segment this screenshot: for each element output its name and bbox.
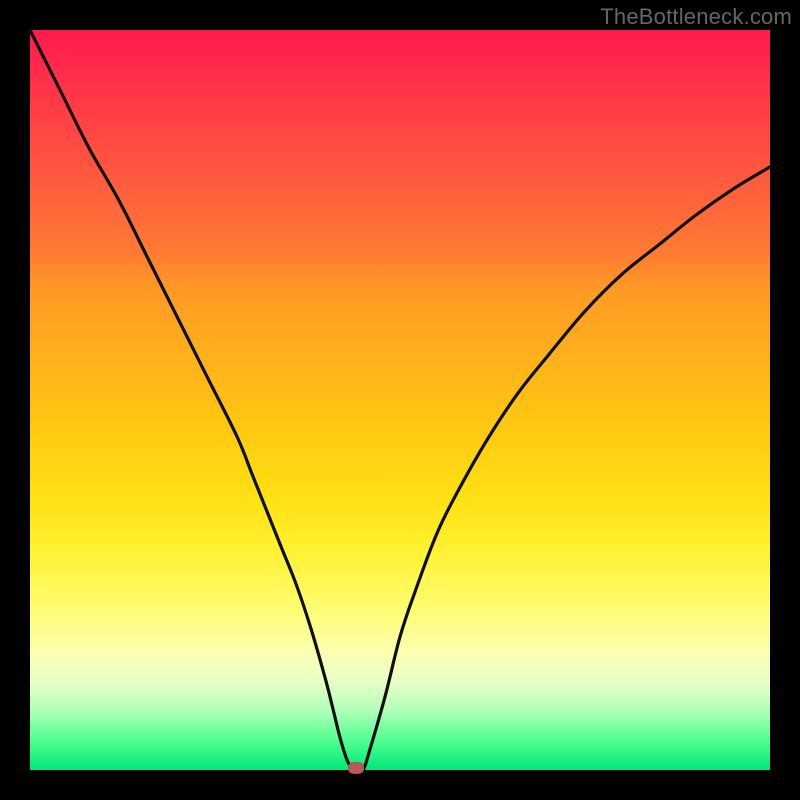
curve-svg: [30, 30, 770, 770]
plot-area: [30, 30, 770, 770]
chart-frame: TheBottleneck.com: [0, 0, 800, 800]
watermark-label: TheBottleneck.com: [600, 4, 792, 30]
bottleneck-curve: [30, 30, 770, 772]
optimum-marker: [348, 762, 364, 774]
